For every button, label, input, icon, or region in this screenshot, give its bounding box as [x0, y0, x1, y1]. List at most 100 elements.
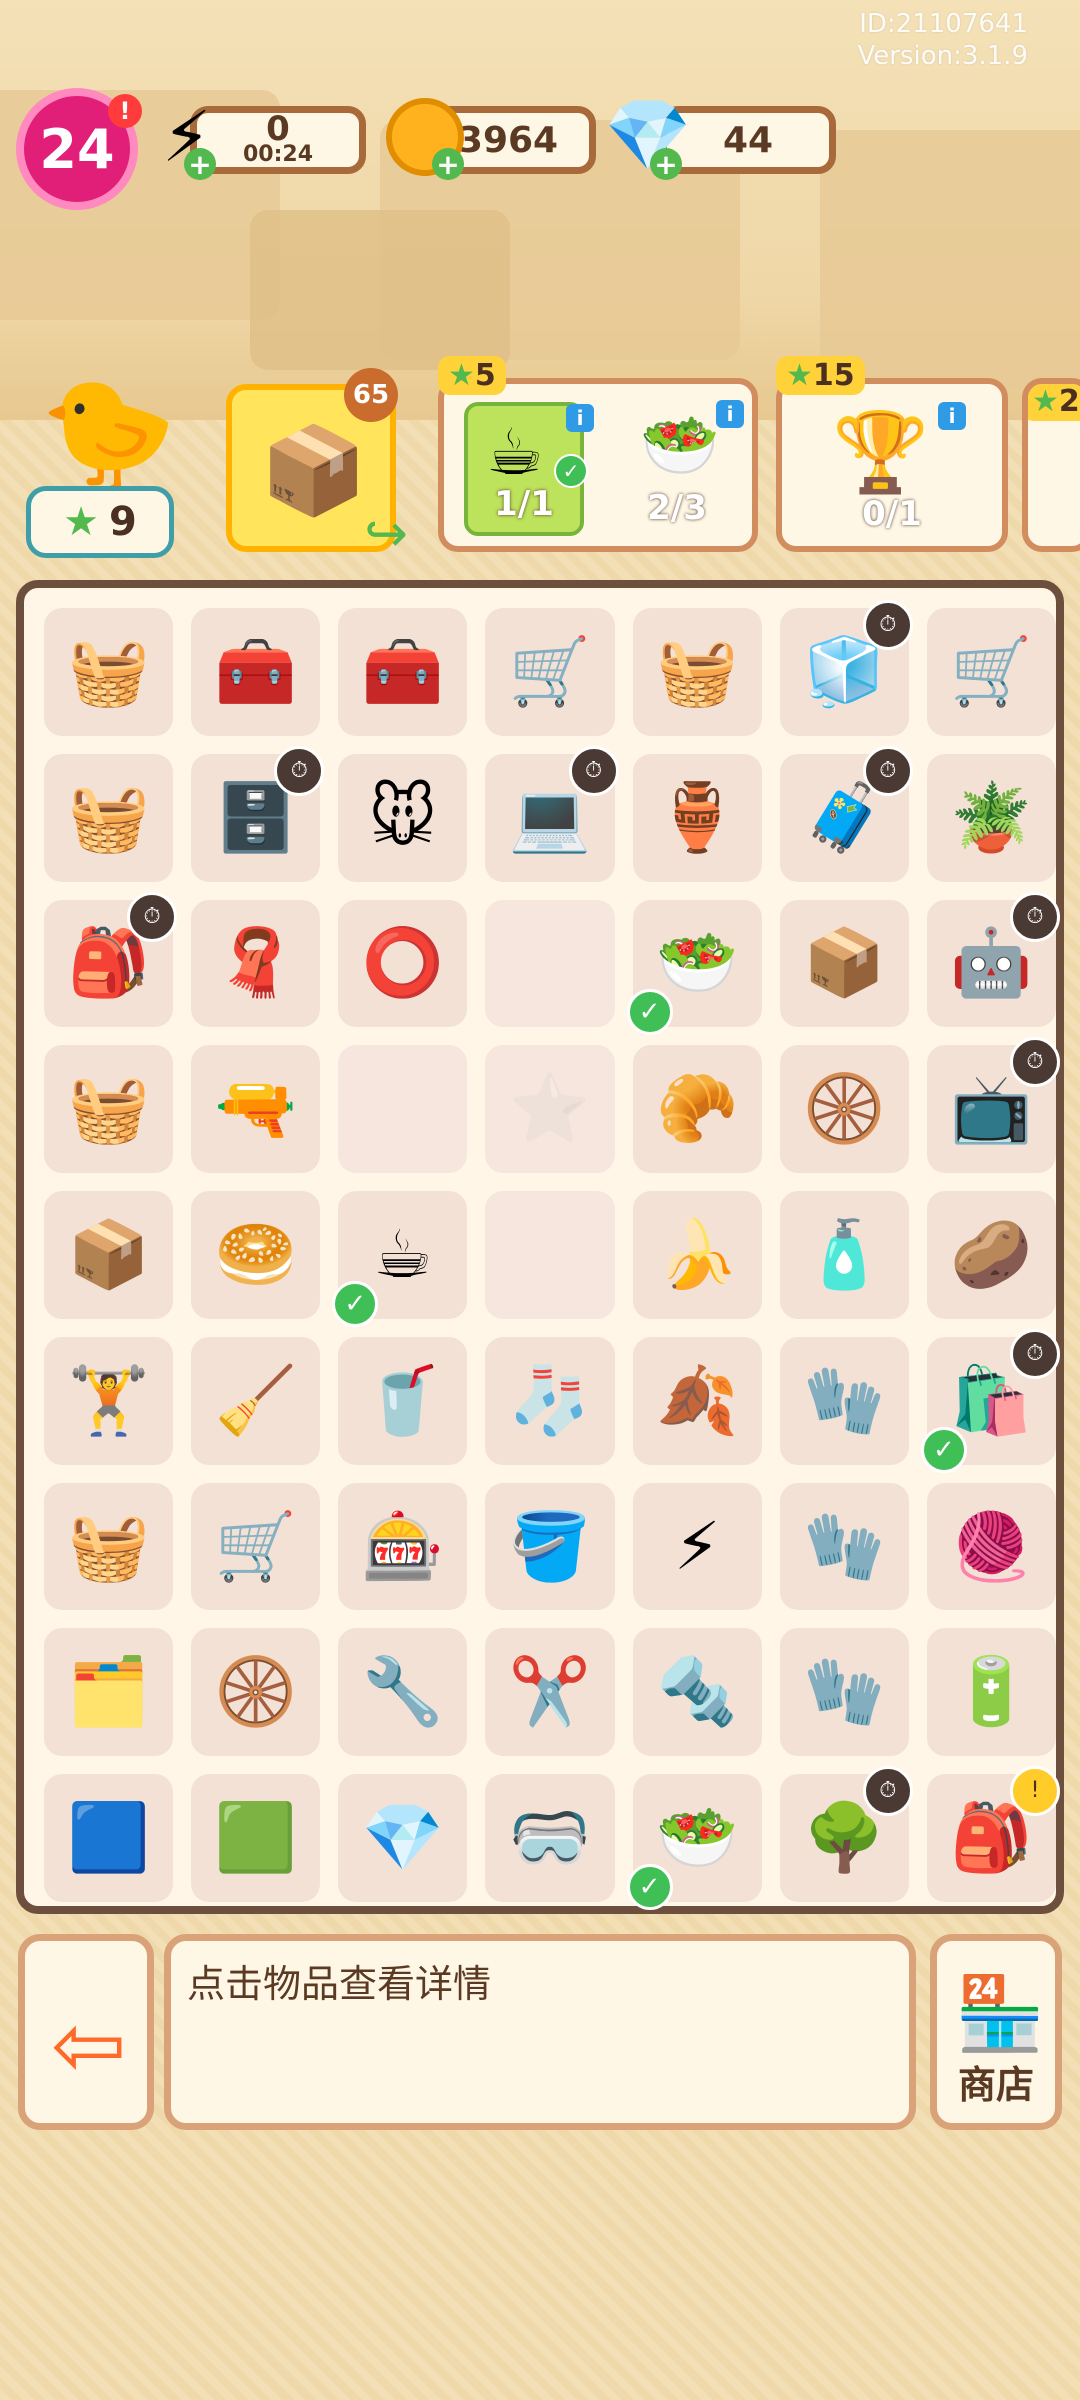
featured-box[interactable]: 📦 65 ↪ — [226, 368, 408, 564]
background-shelf — [820, 130, 1080, 390]
board-cell[interactable]: 🛒 — [485, 608, 615, 736]
timer-icon: ⏱ — [862, 1766, 913, 1817]
info-icon[interactable]: i — [716, 400, 744, 428]
board-cell[interactable]: 🔩 — [632, 1628, 762, 1757]
loaded-cart-icon: 🛒 — [950, 632, 1033, 710]
board-cell[interactable]: 🧺 — [44, 608, 174, 736]
energy-plus-button[interactable]: + — [184, 148, 216, 181]
board-cell[interactable]: 🪣 — [485, 1482, 615, 1611]
board-cell[interactable]: 🧰 — [191, 608, 321, 736]
quest-card-3[interactable]: ★2 — [1022, 378, 1080, 552]
board-cell[interactable]: 🧰 — [338, 608, 468, 736]
board-cell[interactable]: 🐭 — [338, 753, 468, 882]
board-cell[interactable]: 🗄️ ⏱ — [191, 745, 325, 882]
board-cell[interactable]: 🌳 ⏱ — [779, 1766, 913, 1902]
board-cell[interactable]: 🎒 ⏱ — [44, 891, 178, 1028]
board-cell[interactable]: ☕ ✓ — [332, 1191, 468, 1327]
board-cell[interactable]: 📦 — [779, 899, 909, 1028]
board-cell[interactable]: 🧺 — [44, 1045, 174, 1174]
star-icon: ★ — [786, 358, 813, 393]
board-cell[interactable]: ⭐ — [485, 1045, 615, 1174]
board-cell[interactable]: 🛞 — [191, 1628, 321, 1757]
board-cell[interactable]: 🔧 — [338, 1628, 468, 1757]
board-cell[interactable]: 🥤 — [338, 1336, 468, 1465]
board-cell[interactable]: 🥗 ✓ — [626, 899, 762, 1036]
quest-star-reward: ★15 — [776, 356, 865, 395]
board-cell[interactable]: 🍌 — [632, 1191, 762, 1319]
board-cell[interactable]: 🧺 — [44, 1482, 174, 1611]
board-cell[interactable]: 🧺 — [632, 608, 762, 736]
board-cell[interactable] — [338, 1045, 468, 1174]
board-cell[interactable]: 🟦 — [44, 1774, 174, 1902]
board-cell[interactable]: 🛞 — [779, 1045, 909, 1174]
quest-progress: 2/3 — [647, 488, 707, 528]
board-cell[interactable]: 🛒 — [191, 1482, 321, 1611]
board-cell[interactable]: 🧶 — [926, 1482, 1056, 1611]
board-cell[interactable]: 🥐 — [632, 1045, 762, 1174]
star-slot-icon: ⭐ — [508, 1070, 592, 1148]
green-gloves-icon: 🧤 — [803, 1361, 886, 1439]
board-cell[interactable]: 🥗 ✓ — [626, 1774, 762, 1910]
energy-orb-icon: ⚡ — [673, 1507, 721, 1585]
quest-card-2[interactable]: ★15 🏆 0/1 i — [776, 356, 1008, 552]
board-cell[interactable] — [485, 1191, 615, 1319]
coin-plus-button[interactable]: + — [432, 148, 464, 181]
tray-icon: 🗂️ — [67, 1653, 150, 1731]
board-cell[interactable]: 🗂️ — [44, 1628, 174, 1757]
star-counter[interactable]: ★ 9 — [26, 486, 174, 558]
pipe-wrench-icon: 🔧 — [361, 1653, 444, 1731]
timer-icon: ⏱ — [862, 745, 913, 796]
pink-suitcase-icon: 🧳 — [803, 778, 886, 856]
board-cell[interactable]: 🥯 — [191, 1191, 321, 1319]
refresh-arrow-icon: ↪ — [364, 504, 408, 564]
board-cell[interactable]: 📦 — [44, 1191, 174, 1319]
board-cell[interactable]: 🥔 — [926, 1191, 1056, 1319]
info-icon[interactable]: i — [566, 404, 594, 432]
mouse-statue-icon: 🐭 — [368, 778, 438, 856]
board-cell[interactable]: 🎰 — [338, 1482, 468, 1611]
exercise-bench-icon: 🏋️ — [67, 1361, 150, 1439]
board-cell[interactable]: 🛍️ ⏱ ✓ — [920, 1328, 1060, 1473]
green-gloves-3-icon: 🧤 — [803, 1653, 886, 1731]
board-cell[interactable]: 🛒 — [926, 608, 1056, 736]
gem-plus-button[interactable]: + — [650, 148, 682, 181]
robot-vacuum-icon: 🤖 — [950, 924, 1033, 1002]
board-cell[interactable]: 🧦 — [485, 1336, 615, 1465]
board-cell[interactable]: 🧊 ⏱ — [779, 600, 913, 736]
green-gloves-2-icon: 🧤 — [803, 1507, 886, 1585]
board-cell[interactable]: 🍂 — [632, 1336, 762, 1465]
board-cell[interactable]: 🪴 — [926, 753, 1056, 882]
neck-pillow-icon: 🧣 — [214, 924, 297, 1002]
board-cell[interactable]: 🧹 — [191, 1336, 321, 1465]
shop-button[interactable]: 🏪 商店 — [930, 1934, 1062, 2130]
board-cell[interactable]: 🔫 — [191, 1045, 321, 1174]
board-cell[interactable]: 🎒! — [926, 1766, 1060, 1902]
merge-board: 🧺 🧰 🧰 🛒 🧺 🧊 ⏱ 🛒 🧺 🗄️ ⏱ 🐭 💻 ⏱ 🏺 🧳 ⏱ 🪴 🎒 ⏱ 🧣 ⭕ 🥗 ✓ 📦 🤖 ⏱ 🧺 🔫 ⭐ 🥐 🛞 📺 ⏱ 📦 🥯 ☕ ✓ 🍌… — [16, 580, 1064, 1914]
board-cell[interactable]: 🧴 — [779, 1191, 909, 1319]
board-cell[interactable] — [485, 899, 615, 1028]
board-cell[interactable]: 🧤 — [779, 1336, 909, 1465]
board-cell[interactable]: 🟩 — [191, 1774, 321, 1902]
board-cell[interactable]: ⚡ — [632, 1482, 762, 1611]
board-cell[interactable]: 🤖 ⏱ — [926, 891, 1060, 1028]
board-cell[interactable]: 🧳 ⏱ — [779, 745, 913, 882]
board-cell[interactable]: ✂️ — [485, 1628, 615, 1757]
board-cell[interactable]: 🏺 — [632, 753, 762, 882]
board-cell[interactable]: 🧤 — [779, 1482, 909, 1611]
energy-counter[interactable]: 0 00:24 — [190, 106, 366, 174]
energy-timer: 00:24 — [242, 142, 314, 167]
board-cell[interactable]: ⭕ — [338, 899, 468, 1028]
board-cell[interactable]: 🔋 — [926, 1628, 1056, 1757]
board-cell[interactable]: 🧣 — [191, 899, 321, 1028]
board-cell[interactable]: 💻 ⏱ — [485, 745, 619, 882]
info-icon[interactable]: i — [938, 402, 966, 430]
exit-button[interactable]: ⇦ — [18, 1934, 154, 2130]
board-cell[interactable]: 🏋️ — [44, 1336, 174, 1465]
board-cell[interactable]: 🧤 — [779, 1628, 909, 1757]
board-cell[interactable]: 💎 — [338, 1774, 468, 1902]
quest-card-1[interactable]: ★5 ☕ 1/1 ✓ i 🥗 2/3 i — [438, 356, 758, 552]
green-toolbox-icon: 🧰 — [214, 632, 297, 710]
board-cell[interactable]: 🥽 — [485, 1774, 615, 1902]
board-cell[interactable]: 📺 ⏱ — [926, 1037, 1060, 1174]
board-cell[interactable]: 🧺 — [44, 753, 174, 882]
